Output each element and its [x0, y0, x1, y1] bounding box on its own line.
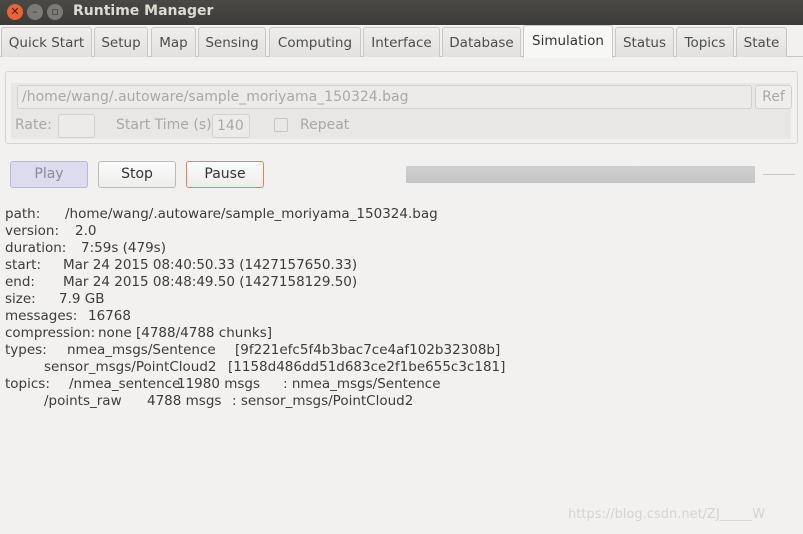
info-text: [1158d486dd51d683ce2f1be655c3c181] [228, 359, 506, 375]
tab-setup[interactable]: Setup [94, 27, 148, 57]
info-text: Mar 24 2015 08:48:49.50 (1427158129.50) [63, 274, 358, 290]
tab-database[interactable]: Database [442, 27, 521, 57]
info-text: /nmea_sentence [69, 376, 181, 392]
title-bar: ✕ – ▫ Runtime Manager [0, 0, 803, 25]
tab-status[interactable]: Status [615, 27, 674, 57]
tab-state[interactable]: State [736, 27, 787, 57]
tab-map[interactable]: Map [151, 27, 196, 57]
close-icon[interactable]: ✕ [7, 4, 23, 20]
stop-button[interactable]: Stop [98, 161, 176, 188]
info-text: : nmea_msgs/Sentence [283, 376, 441, 392]
info-text: 7:59s (479s) [81, 240, 166, 256]
rate-input[interactable] [58, 114, 95, 138]
tab-simulation[interactable]: Simulation [523, 25, 613, 58]
info-text: topics: [5, 376, 50, 392]
info-text: compression: [5, 325, 96, 341]
play-button[interactable]: Play [10, 161, 88, 188]
tab-sensing[interactable]: Sensing [198, 27, 266, 57]
bag-settings-group: /home/wang/.autoware/sample_moriyama_150… [5, 71, 798, 144]
tab-computing[interactable]: Computing [269, 27, 361, 57]
tab-interface[interactable]: Interface [363, 27, 440, 57]
info-text: : sensor_msgs/PointCloud2 [232, 393, 414, 409]
info-text: messages: [5, 308, 78, 324]
info-text: version: [5, 223, 59, 239]
ref-button[interactable]: Ref [755, 85, 792, 109]
repeat-label: Repeat [300, 117, 350, 133]
info-text: 16768 [88, 308, 131, 324]
rate-label: Rate: [15, 117, 52, 133]
separator [763, 174, 795, 175]
info-text: Mar 24 2015 08:40:50.33 (1427157650.33) [63, 257, 358, 273]
window-title: Runtime Manager [73, 3, 214, 19]
start-time-label: Start Time (s): [116, 117, 217, 133]
playback-progress-bar [406, 166, 755, 183]
tab-topics[interactable]: Topics [676, 27, 734, 57]
watermark: https://blog.csdn.net/ZJ_____W [568, 507, 766, 522]
tab-bar: Quick Start Setup Map Sensing Computing … [0, 25, 803, 58]
repeat-checkbox[interactable] [274, 118, 288, 132]
info-text: nmea_msgs/Sentence [67, 342, 216, 358]
info-text: [9f221efc5f4b3bac7ce4af102b32308b] [235, 342, 501, 358]
tab-quick-start[interactable]: Quick Start [1, 27, 92, 57]
info-text: 2.0 [75, 223, 97, 239]
info-text: 11980 msgs [177, 376, 261, 392]
info-text: /points_raw [44, 393, 122, 409]
bag-path-input[interactable]: /home/wang/.autoware/sample_moriyama_150… [17, 85, 752, 109]
start-time-input[interactable]: 140 [212, 114, 250, 138]
info-text: start: [5, 257, 41, 273]
maximize-icon[interactable]: ▫ [47, 4, 63, 20]
pause-button[interactable]: Pause [186, 161, 264, 188]
info-text: duration: [5, 240, 67, 256]
info-text: end: [5, 274, 35, 290]
info-text: 4788 msgs [147, 393, 222, 409]
info-text: 7.9 GB [59, 291, 105, 307]
info-text: path: [5, 206, 41, 222]
info-text: /home/wang/.autoware/sample_moriyama_150… [65, 206, 438, 222]
info-text: none [4788/4788 chunks] [98, 325, 272, 341]
info-text: size: [5, 291, 36, 307]
minimize-icon[interactable]: – [27, 4, 43, 20]
info-text: types: [5, 342, 47, 358]
info-text: sensor_msgs/PointCloud2 [44, 359, 217, 375]
